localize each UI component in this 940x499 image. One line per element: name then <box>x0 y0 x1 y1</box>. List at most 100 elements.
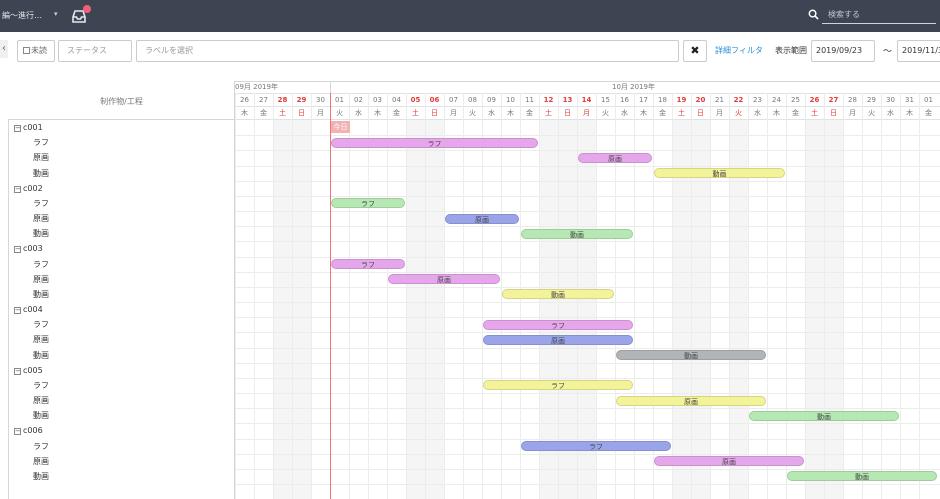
row-divider <box>235 362 940 364</box>
label-select[interactable]: ラベルを選択 <box>136 40 679 62</box>
task-row-label[interactable]: 動画 <box>8 166 49 181</box>
gantt-bar[interactable]: ラフ <box>331 137 538 148</box>
gantt-bar[interactable]: ラフ <box>521 441 671 452</box>
day-number: 21 <box>715 96 724 104</box>
day-number: 30 <box>886 96 895 104</box>
group-row-c001[interactable]: − c001 <box>8 120 43 135</box>
month-label: 10月 2019年 <box>612 83 655 91</box>
task-row-label[interactable]: ラフ <box>8 378 49 393</box>
gantt-bar[interactable]: ラフ <box>331 198 405 209</box>
row-divider <box>235 453 940 455</box>
day-number: 05 <box>410 96 421 104</box>
gantt-bar[interactable]: 原画 <box>388 274 500 285</box>
group-name: c003 <box>23 244 43 254</box>
gantt-bar[interactable]: 動画 <box>521 228 633 239</box>
task-row-label[interactable]: ラフ <box>8 257 49 272</box>
task-row-label[interactable]: 動画 <box>8 287 49 302</box>
weekday-label: 水 <box>355 109 362 117</box>
chevron-down-icon[interactable]: ▾ <box>54 10 58 18</box>
task-row-label[interactable]: 原画 <box>8 393 49 408</box>
collapse-toggle-icon[interactable]: − <box>14 307 21 315</box>
task-row-label[interactable]: ラフ <box>8 317 49 332</box>
collapse-toggle-icon[interactable]: − <box>14 246 21 254</box>
weekday-label: 火 <box>735 109 742 117</box>
unread-filter[interactable]: 未読 <box>17 40 55 62</box>
weekday-label: 火 <box>469 109 476 117</box>
day-number: 24 <box>772 96 781 104</box>
gantt-bar[interactable]: 動画 <box>502 289 614 300</box>
row-divider <box>235 135 940 137</box>
weekday-label: 月 <box>450 109 457 117</box>
task-row-label[interactable]: 動画 <box>8 348 49 363</box>
gantt-bar[interactable]: 原画 <box>616 395 766 406</box>
gantt-bar[interactable]: 動画 <box>749 410 899 421</box>
task-row-label[interactable]: ラフ <box>8 196 49 211</box>
gantt-bar[interactable]: 原画 <box>578 152 652 163</box>
row-divider <box>235 165 940 167</box>
day-number: 04 <box>392 96 401 104</box>
gantt-bar[interactable]: 動画 <box>787 471 937 482</box>
task-row-label[interactable]: ラフ <box>8 439 49 454</box>
gantt-bar[interactable]: 動画 <box>654 168 785 178</box>
gantt-bar[interactable]: ラフ <box>483 380 633 391</box>
gantt-bar[interactable]: 動画 <box>616 350 766 361</box>
search-input[interactable] <box>822 6 936 24</box>
day-number: 02 <box>354 96 363 104</box>
task-row-label[interactable]: 動画 <box>8 226 49 241</box>
task-row-label[interactable]: 原画 <box>8 332 49 347</box>
weekday-label: 土 <box>412 109 419 117</box>
collapse-toggle-icon[interactable]: − <box>14 367 21 375</box>
group-row-c004[interactable]: − c004 <box>8 302 43 317</box>
weekend-column <box>805 120 824 499</box>
range-to-input[interactable]: 2019/11/30 <box>897 40 940 62</box>
project-title[interactable]: 編～進行… <box>2 10 42 21</box>
month-label: 09月 2019年 <box>235 83 278 91</box>
weekday-label: 金 <box>925 109 932 117</box>
collapse-toggle-icon[interactable]: − <box>14 185 21 193</box>
task-row-label[interactable]: 動画 <box>8 469 49 484</box>
weekday-label: 木 <box>906 109 913 117</box>
row-divider <box>235 438 940 440</box>
header-divider <box>235 119 940 120</box>
gantt-bar[interactable]: 原画 <box>483 334 633 345</box>
task-row-label[interactable]: 原画 <box>8 150 49 165</box>
task-row-label[interactable]: 動画 <box>8 408 49 423</box>
gantt-bar[interactable]: 原画 <box>654 456 804 467</box>
task-row-label[interactable]: 原画 <box>8 454 49 469</box>
task-row-label[interactable]: ラフ <box>8 135 49 150</box>
collapse-toggle-icon[interactable]: − <box>14 125 21 132</box>
gantt-bar[interactable]: ラフ <box>331 259 405 270</box>
weekday-label: 日 <box>697 109 704 117</box>
day-number: 16 <box>620 96 629 104</box>
weekday-label: 火 <box>602 109 609 117</box>
weekday-label: 金 <box>526 109 533 117</box>
column-header: 制作物/工程 <box>100 97 143 106</box>
gantt-bar[interactable]: 原画 <box>445 213 519 224</box>
status-select[interactable]: ステータス <box>58 40 132 62</box>
row-divider <box>235 393 940 395</box>
unread-checkbox[interactable] <box>23 47 30 54</box>
day-number: 17 <box>639 96 648 104</box>
clear-filter-button[interactable]: ✖ <box>683 40 707 62</box>
weekday-label: 金 <box>393 109 400 117</box>
weekday-label: 水 <box>488 109 495 117</box>
task-row-label[interactable]: 原画 <box>8 211 49 226</box>
detail-filter-link[interactable]: 詳細フィルタ <box>715 45 763 56</box>
weekday-label: 火 <box>336 109 343 117</box>
collapse-toggle-icon[interactable]: − <box>14 428 21 436</box>
collapse-sidebar-icon[interactable]: ‹ <box>0 40 8 58</box>
month-separator <box>330 81 331 93</box>
range-from-input[interactable]: 2019/09/23 <box>811 40 875 62</box>
today-label: 今日 <box>331 121 350 133</box>
task-row-label[interactable]: 原画 <box>8 272 49 287</box>
group-name: c002 <box>23 183 43 193</box>
group-row-c002[interactable]: − c002 <box>8 181 43 196</box>
group-row-c005[interactable]: − c005 <box>8 363 43 378</box>
day-number: 06 <box>429 96 440 104</box>
gantt-bar[interactable]: ラフ <box>483 319 633 330</box>
group-row-c003[interactable]: − c003 <box>8 241 43 256</box>
weekday-label: 水 <box>754 109 761 117</box>
day-number: 28 <box>277 96 288 104</box>
group-row-c006[interactable]: − c006 <box>8 423 43 438</box>
day-number: 23 <box>753 96 762 104</box>
